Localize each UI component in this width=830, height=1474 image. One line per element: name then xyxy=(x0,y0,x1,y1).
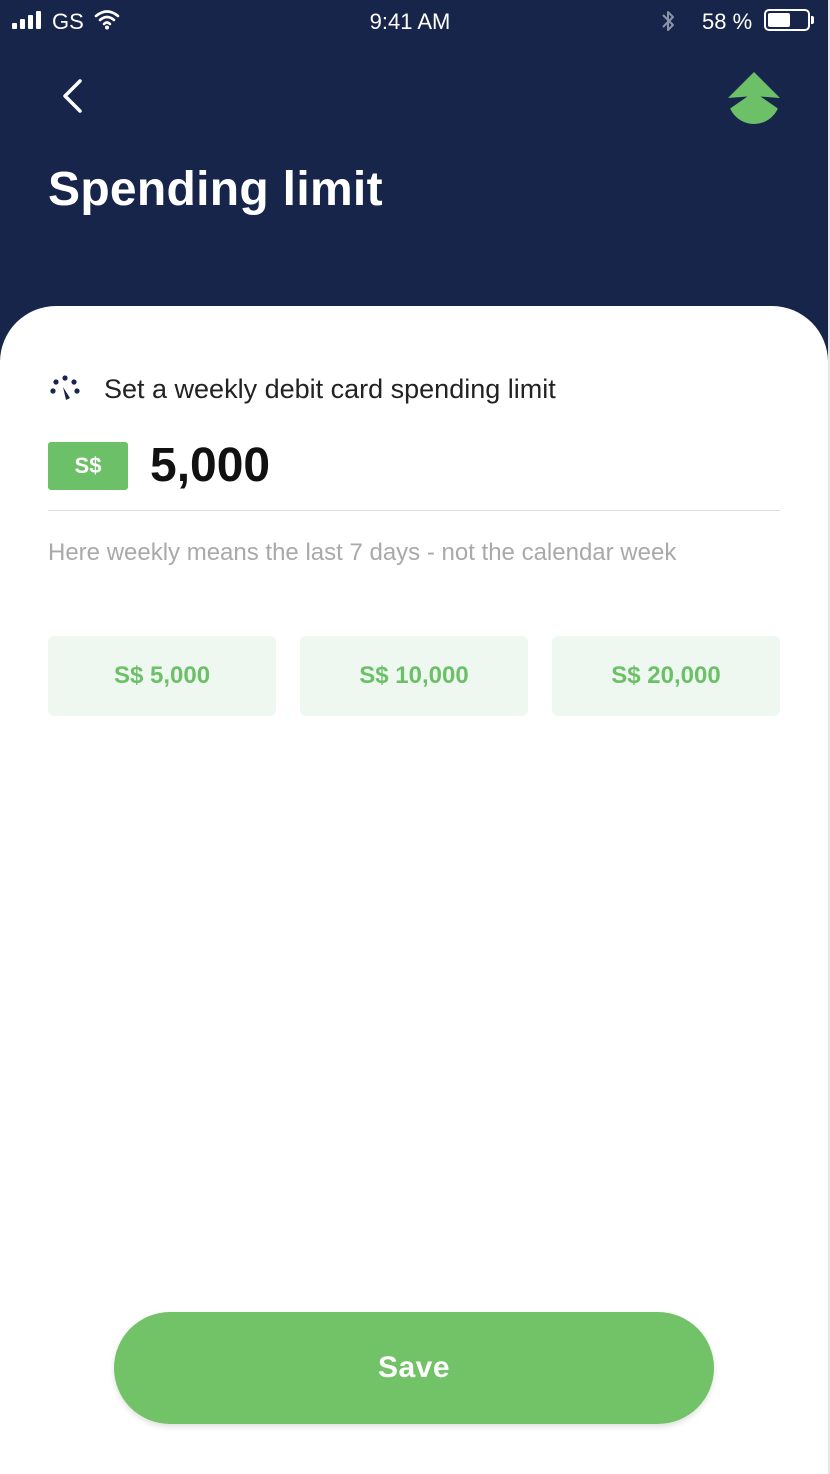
preset-amounts: S$ 5,000 S$ 10,000 S$ 20,000 xyxy=(48,636,780,716)
back-button[interactable] xyxy=(52,74,92,118)
preset-button-20000[interactable]: S$ 20,000 xyxy=(552,636,780,716)
save-button[interactable]: Save xyxy=(114,1312,714,1424)
preset-button-10000[interactable]: S$ 10,000 xyxy=(300,636,528,716)
clock: 9:41 AM xyxy=(369,9,451,34)
page-title: Spending limit xyxy=(48,163,383,216)
battery-icon xyxy=(764,9,810,31)
speedometer-icon xyxy=(50,375,80,400)
limit-description-row: Set a weekly debit card spending limit xyxy=(48,372,556,406)
amount-divider xyxy=(48,510,780,511)
bluetooth-icon xyxy=(662,11,674,31)
amount-row: S$ xyxy=(48,438,650,493)
weekly-hint-text: Here weekly means the last 7 days - not … xyxy=(48,539,677,566)
battery-fill xyxy=(768,13,791,27)
limit-description: Set a weekly debit card spending limit xyxy=(104,373,556,404)
battery-percent: 58 % xyxy=(702,9,753,34)
battery-tip xyxy=(811,16,814,24)
preset-button-5000[interactable]: S$ 5,000 xyxy=(48,636,276,716)
currency-badge: S$ xyxy=(48,441,128,490)
amount-input[interactable] xyxy=(150,438,650,493)
status-bar: GS 9:41 AM 58 % xyxy=(0,0,830,44)
brand-logo-icon xyxy=(728,72,780,124)
